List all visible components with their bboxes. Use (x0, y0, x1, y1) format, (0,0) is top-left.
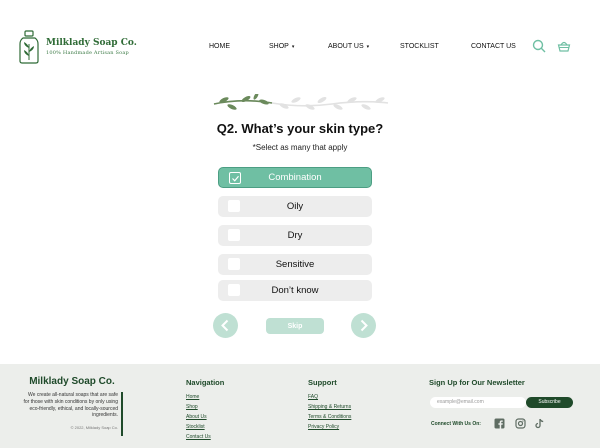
option-oily[interactable]: Oily (218, 196, 372, 217)
facebook-icon[interactable] (494, 418, 505, 429)
footer-link-shipping[interactable]: Shipping & Returns (308, 402, 351, 412)
site-footer: Milklady Soap Co. We create all-natural … (0, 364, 600, 448)
chevron-right-icon (360, 319, 368, 332)
search-icon[interactable] (532, 39, 546, 53)
footer-nav-links: Home Shop About Us Stocklist Contact Us (186, 392, 211, 442)
option-label: Dry (287, 230, 303, 241)
chevron-down-icon: ▾ (291, 44, 295, 50)
tiktok-icon[interactable] (534, 418, 545, 429)
nav-home[interactable]: HOME (209, 43, 230, 50)
vine-progress-icon (213, 94, 389, 110)
footer-link-faq[interactable]: FAQ (308, 392, 351, 402)
option-dry[interactable]: Dry (218, 225, 372, 246)
footer-copyright: © 2022, Milklady Soap Co. (70, 425, 118, 430)
quiz-section: Q2. What’s your skin type? *Select as ma… (0, 92, 600, 364)
nav-shop[interactable]: SHOP ▾ (269, 43, 294, 50)
nav-shop-label: SHOP (269, 43, 289, 50)
subscribe-button[interactable]: Subscribe (526, 397, 573, 408)
footer-nav-heading: Navigation (186, 378, 225, 387)
nav-about[interactable]: ABOUT US ▾ (328, 43, 369, 50)
footer-link-about[interactable]: About Us (186, 412, 211, 422)
chevron-left-icon (221, 319, 229, 332)
option-sensitive[interactable]: Sensitive (218, 254, 372, 275)
basket-icon[interactable] (557, 39, 571, 53)
nav-about-label: ABOUT US (328, 43, 364, 50)
checkbox[interactable] (228, 200, 240, 212)
newsletter-email-input[interactable]: example@email.com (430, 397, 526, 408)
question-title: Q2. What’s your skin type? (216, 121, 384, 136)
option-label: Combination (268, 172, 322, 183)
footer-link-home[interactable]: Home (186, 392, 211, 402)
footer-link-stocklist[interactable]: Stocklist (186, 422, 211, 432)
check-icon (231, 175, 239, 182)
nav-contact[interactable]: CONTACT US (471, 43, 516, 50)
previous-button[interactable] (213, 313, 238, 338)
checkbox-checked[interactable] (229, 172, 241, 184)
checkbox[interactable] (228, 258, 240, 270)
footer-link-shop[interactable]: Shop (186, 402, 211, 412)
footer-link-privacy[interactable]: Privacy Policy (308, 422, 351, 432)
nav-stockist[interactable]: STOCKLIST (400, 43, 439, 50)
instagram-icon[interactable] (515, 418, 526, 429)
question-hint: *Select as many that apply (252, 143, 348, 152)
footer-brand: Milklady Soap Co. (29, 376, 115, 387)
option-label: Oily (286, 201, 304, 212)
checkbox[interactable] (228, 284, 240, 296)
site-header: Milklady Soap Co. 100% Handmade Artisan … (0, 0, 600, 92)
newsletter-heading: Sign Up for Our Newsletter (429, 378, 525, 387)
connect-label: Connect With Us On: (431, 421, 481, 427)
footer-divider (121, 392, 123, 436)
footer-description: We create all-natural soaps that are saf… (23, 392, 119, 419)
skip-button[interactable]: Skip (266, 318, 324, 334)
next-button[interactable] (351, 313, 376, 338)
main-nav: HOME SHOP ▾ ABOUT US ▾ STOCKLIST CONTACT U… (0, 43, 600, 55)
option-dont-know[interactable]: Don’t know (218, 280, 372, 301)
option-combination[interactable]: Combination (218, 167, 372, 188)
option-label: Sensitive (275, 259, 315, 270)
footer-link-contact[interactable]: Contact Us (186, 432, 211, 442)
footer-support-heading: Support (308, 378, 337, 387)
footer-link-terms[interactable]: Terms & Conditions (308, 412, 351, 422)
chevron-down-icon: ▾ (366, 44, 370, 50)
option-label: Don’t know (271, 285, 319, 296)
checkbox[interactable] (228, 229, 240, 241)
footer-support-links: FAQ Shipping & Returns Terms & Condition… (308, 392, 351, 432)
